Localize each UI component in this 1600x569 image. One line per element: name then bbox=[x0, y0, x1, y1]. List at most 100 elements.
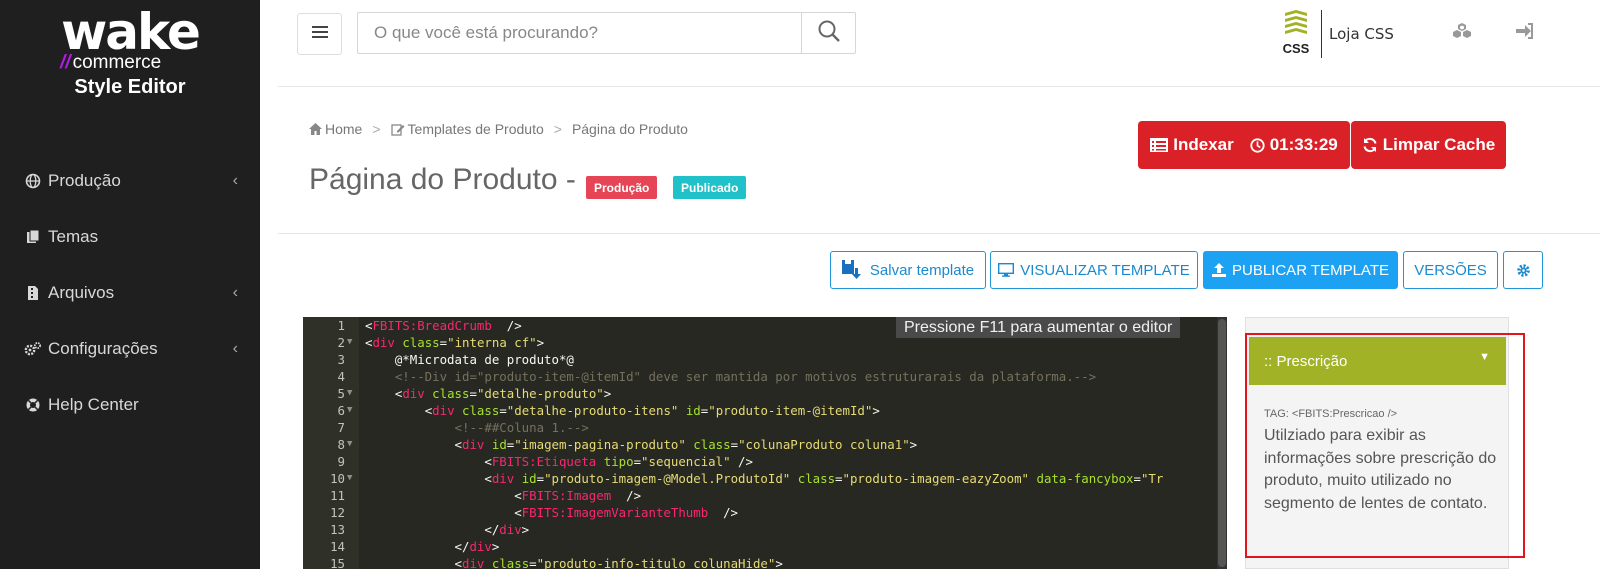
code-text: </div> bbox=[454, 539, 500, 554]
code-line[interactable]: 9 <FBITS:Etiqueta tipo="sequencial" /> bbox=[303, 453, 1227, 470]
code-text: <!--Div id="produto-item-@itemId" deve s… bbox=[394, 369, 1097, 384]
editor-scrollbar-thumb[interactable] bbox=[1218, 319, 1226, 567]
file-archive-icon bbox=[24, 284, 42, 302]
sidebar-item-arquivos[interactable]: Arquivos ‹ bbox=[0, 265, 260, 321]
chevron-left-icon: ‹ bbox=[232, 340, 238, 357]
fold-arrow-icon[interactable]: ▼ bbox=[347, 470, 352, 487]
code-text: <FBITS:Etiqueta tipo="sequencial" /> bbox=[484, 454, 753, 469]
fold-arrow-icon[interactable]: ▼ bbox=[347, 402, 352, 419]
code-text: <FBITS:ImagemVarianteThumb /> bbox=[514, 505, 739, 520]
clear-cache-label: Limpar Cache bbox=[1382, 135, 1496, 154]
line-number: 4 bbox=[337, 369, 345, 384]
chevron-left-icon: ‹ bbox=[232, 284, 238, 301]
edit-icon bbox=[390, 123, 405, 136]
logout-button[interactable] bbox=[1514, 22, 1536, 44]
code-line[interactable]: 7 <!--##Coluna 1.--> bbox=[303, 419, 1227, 436]
code-text: <div id="produto-imagem-@Model.ProdutoId… bbox=[484, 471, 1164, 486]
upload-icon bbox=[1212, 263, 1226, 277]
preview-template-button[interactable]: VISUALIZAR TEMPLATE bbox=[990, 251, 1198, 289]
editor-scrollbar[interactable] bbox=[1217, 317, 1227, 569]
code-line[interactable]: 5 ▼ <div class="detalhe-produto"> bbox=[303, 385, 1227, 402]
sidebar-nav: Produção ‹ Temas Arquivos ‹ Configuraçõe… bbox=[0, 153, 260, 433]
home-icon bbox=[309, 123, 322, 135]
app-name: Style Editor bbox=[74, 76, 186, 98]
code-line[interactable]: 11 <FBITS:Imagem /> bbox=[303, 487, 1227, 504]
gear-icon bbox=[1516, 263, 1531, 278]
publish-template-button[interactable]: PUBLICAR TEMPLATE bbox=[1203, 251, 1398, 289]
breadcrumb-home[interactable]: Home bbox=[325, 121, 362, 137]
line-number: 11 bbox=[330, 488, 345, 503]
tag-description: Utilziado para exibir as informações sob… bbox=[1264, 427, 1497, 512]
search-button[interactable] bbox=[801, 13, 855, 53]
code-line[interactable]: 4 <!--Div id="produto-item-@itemId" deve… bbox=[303, 368, 1227, 385]
settings-button[interactable] bbox=[1503, 251, 1543, 289]
gears-icon bbox=[24, 340, 42, 358]
line-number: 3 bbox=[337, 352, 345, 367]
code-text: <FBITS:Imagem /> bbox=[514, 488, 642, 503]
sidebar-item-producao[interactable]: Produção ‹ bbox=[0, 153, 260, 209]
line-number: 8 bbox=[337, 437, 345, 452]
list-alt-icon bbox=[1150, 138, 1169, 152]
code-line[interactable]: 14 </div> bbox=[303, 538, 1227, 555]
logo-wake: wake bbox=[61, 3, 201, 61]
breadcrumb-separator: > bbox=[372, 121, 381, 137]
lifebuoy-icon bbox=[24, 396, 42, 414]
code-line[interactable]: 12 <FBITS:ImagemVarianteThumb /> bbox=[303, 504, 1227, 521]
code-line[interactable]: 10 ▼ <div id="produto-imagem-@Model.Produ… bbox=[303, 470, 1227, 487]
breadcrumb-current: Página do Produto bbox=[571, 121, 688, 137]
logo-commerce-text: commerce bbox=[72, 52, 162, 73]
sidebar-item-temas[interactable]: Temas bbox=[0, 209, 260, 265]
sidebar-item-configuracoes[interactable]: Configurações ‹ bbox=[0, 321, 260, 377]
breadcrumb-separator: > bbox=[553, 121, 562, 137]
code-text: <div class="detalhe-produto-itens" id="p… bbox=[424, 403, 880, 418]
status-badge: Publicado bbox=[673, 176, 747, 199]
line-number: 1 bbox=[337, 318, 345, 333]
chevron-left-icon: ‹ bbox=[232, 172, 238, 189]
code-line[interactable]: 6 ▼ <div class="detalhe-produto-itens" id… bbox=[303, 402, 1227, 419]
code-text: <!--##Coluna 1.--> bbox=[454, 420, 589, 435]
save-template-button[interactable]: Salvar template bbox=[830, 251, 986, 289]
code-line[interactable]: 3 @*Microdata de produto*@ bbox=[303, 351, 1227, 368]
logo-commerce: //commerce bbox=[60, 52, 260, 73]
sign-in-icon bbox=[1515, 22, 1535, 45]
globe-icon bbox=[24, 172, 42, 190]
sidebar-item-label: Temas bbox=[48, 227, 99, 246]
code-line[interactable]: 15 <div class="produto-info-titulo colun… bbox=[303, 555, 1227, 569]
sidebar-item-help-center[interactable]: Help Center bbox=[0, 377, 260, 433]
css-logo-text: CSS bbox=[1282, 41, 1310, 56]
clear-cache-button[interactable]: Limpar Cache bbox=[1351, 121, 1506, 169]
breadcrumb-templates[interactable]: Templates de Produto bbox=[408, 121, 544, 137]
menu-toggle-button[interactable] bbox=[297, 13, 342, 55]
code-text: <div class="detalhe-produto"> bbox=[394, 386, 612, 401]
prescricao-accordion-header[interactable]: :: Prescrição ▼ bbox=[1249, 337, 1506, 385]
save-icon bbox=[841, 260, 864, 280]
caret-down-icon: ▼ bbox=[1479, 351, 1490, 363]
store-logo[interactable]: CSS bbox=[1281, 10, 1311, 56]
page-title: Página do Produto - bbox=[309, 163, 576, 196]
cubes-icon bbox=[1452, 22, 1472, 45]
line-number: 14 bbox=[330, 539, 345, 554]
fold-arrow-icon[interactable]: ▼ bbox=[347, 436, 352, 453]
store-switch-button[interactable] bbox=[1451, 22, 1473, 44]
search-box bbox=[357, 12, 856, 54]
sidebar-item-label: Arquivos bbox=[48, 283, 115, 302]
code-editor[interactable]: 1 <FBITS:BreadCrumb /> 2 ▼ <div class="inter… bbox=[303, 317, 1227, 569]
sidebar-item-label: Configurações bbox=[48, 339, 158, 358]
versions-label: VERSÕES bbox=[1414, 261, 1487, 279]
store-name[interactable]: Loja CSS bbox=[1329, 25, 1394, 43]
line-number: 13 bbox=[330, 522, 345, 537]
sidebar-item-label: Produção bbox=[48, 171, 121, 190]
search-input[interactable] bbox=[358, 13, 802, 53]
refresh-icon bbox=[1362, 137, 1378, 153]
brand-logo[interactable]: wake //commerce Style Editor bbox=[0, 0, 260, 99]
sidebar: wake //commerce Style Editor Produção ‹ … bbox=[0, 0, 260, 569]
code-line[interactable]: 13 </div> bbox=[303, 521, 1227, 538]
index-button[interactable]: Indexar 01:33:29 bbox=[1138, 121, 1350, 169]
line-number: 7 bbox=[337, 420, 345, 435]
fold-arrow-icon[interactable]: ▼ bbox=[347, 334, 352, 351]
logo-slashes: // bbox=[60, 52, 71, 73]
versions-button[interactable]: VERSÕES bbox=[1403, 251, 1498, 289]
fold-arrow-icon[interactable]: ▼ bbox=[347, 385, 352, 402]
editor-hint: Pressione F11 para aumentar o editor bbox=[896, 317, 1181, 338]
code-line[interactable]: 8 ▼ <div id="imagem-pagina-produto" class… bbox=[303, 436, 1227, 453]
